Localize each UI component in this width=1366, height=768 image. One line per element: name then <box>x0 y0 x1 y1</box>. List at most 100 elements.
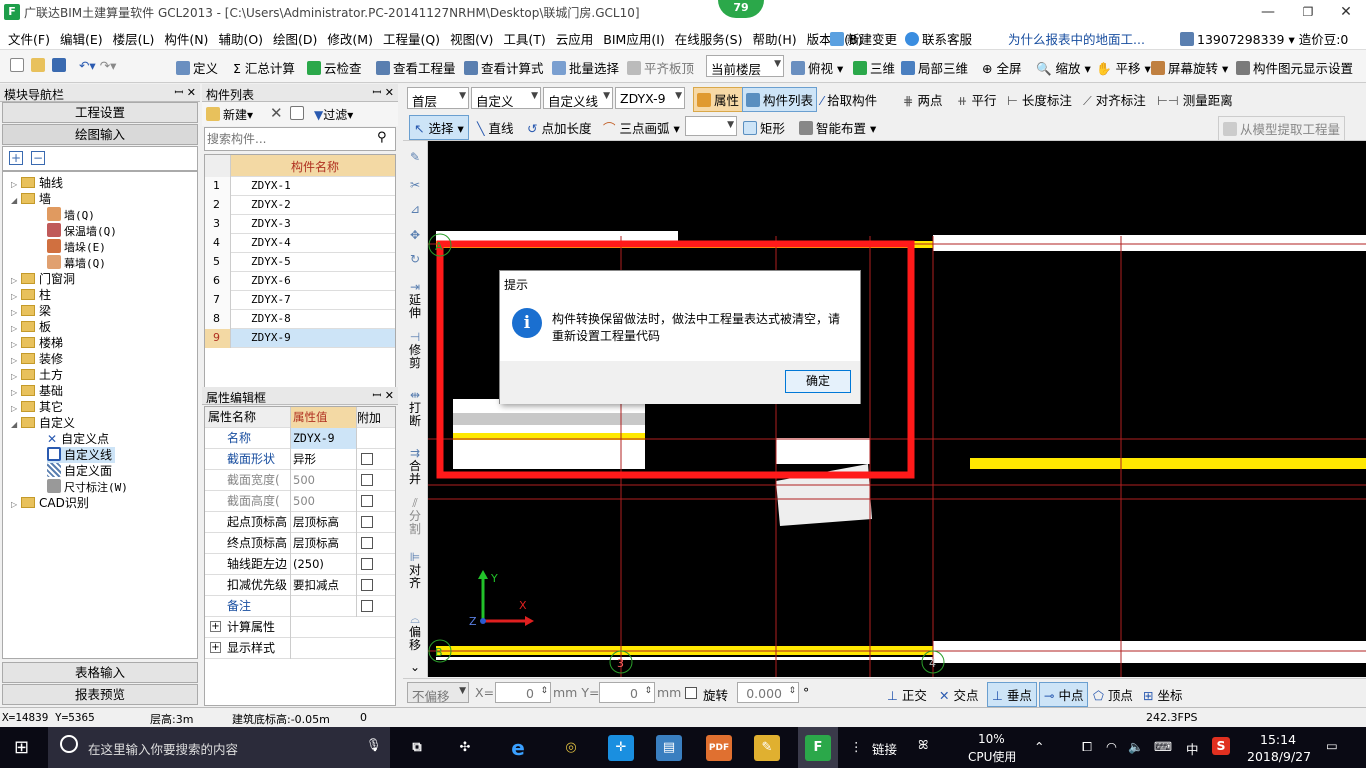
floor-combo[interactable]: 首层 ▼ <box>407 87 469 109</box>
app-swirl-icon[interactable]: ◎ <box>558 735 584 761</box>
length-dim-button[interactable]: ⊢ 长度标注 <box>1007 90 1072 109</box>
pin-close-icon[interactable]: ꟷ ✕ <box>372 85 394 100</box>
merge-button[interactable]: ⇉ 合并 <box>407 447 423 486</box>
pan-button[interactable]: ✋ 平移 ▾ <box>1096 58 1151 77</box>
tree-foundation[interactable]: ▷ 基础 <box>11 383 63 399</box>
prop-value[interactable]: 异形 <box>291 449 357 470</box>
tree-custom[interactable]: ◢ 自定义 <box>11 415 75 431</box>
tree-stair[interactable]: ▷ 楼梯 <box>11 335 63 351</box>
extra-checkbox[interactable] <box>361 453 373 465</box>
menu-bim[interactable]: BIM应用(I) <box>603 29 665 48</box>
add-length-button[interactable]: ↺ 点加长度 <box>527 118 591 137</box>
define-button[interactable]: 定义 <box>176 58 218 77</box>
batch-select-button[interactable]: 批量选择 <box>552 58 619 77</box>
prop-value[interactable] <box>291 596 357 617</box>
prop-value[interactable]: 要扣减点 <box>291 575 357 596</box>
table-row[interactable]: 4 ZDYX-4 <box>205 234 395 253</box>
tree-curtain-wall[interactable]: 幕墙(Q) <box>47 255 106 271</box>
menu-file[interactable]: 文件(F) <box>8 29 50 48</box>
align-button[interactable]: ⊫ 对齐 <box>407 551 423 590</box>
tree-wall-pier[interactable]: 墙垛(E) <box>47 239 106 255</box>
ime-indicator[interactable]: 中 <box>1186 739 1199 758</box>
chevron-up-icon[interactable]: ⌃ <box>1034 739 1044 754</box>
rotate-checkbox[interactable] <box>685 687 697 699</box>
midpoint-button[interactable]: ⊸ 中点 <box>1039 682 1089 707</box>
flush-slab-button[interactable]: 平齐板顶 <box>627 58 694 77</box>
vertex-button[interactable]: ⬠ 顶点 <box>1093 685 1133 704</box>
new-component-button[interactable]: 新建▾ <box>206 106 253 123</box>
menu-component[interactable]: 构件(N) <box>164 29 208 48</box>
wifi-icon[interactable]: ◠ <box>1106 739 1117 754</box>
align-dim-button[interactable]: ⟋ 对齐标注 <box>1083 90 1146 109</box>
tree-dimension[interactable]: 尺寸标注(W) <box>47 479 128 495</box>
custom-line-yellow[interactable] <box>970 458 1366 469</box>
extra-checkbox[interactable] <box>361 579 373 591</box>
expand-all-icon[interactable]: + <box>9 151 23 165</box>
contact-service-button[interactable]: 联系客服 <box>905 29 972 48</box>
three-point-arc-button[interactable]: ⌒ 三点画弧 ▾ <box>603 118 680 137</box>
drawing-input-button[interactable]: 绘图输入 <box>2 124 198 145</box>
attribute-button[interactable]: 属性 <box>693 87 744 112</box>
search-icon[interactable]: ⚲ <box>377 130 387 145</box>
move-icon[interactable]: ✥ <box>407 229 423 242</box>
pdf-app-icon[interactable]: PDF <box>706 735 732 761</box>
minimize-button[interactable]: — <box>1248 2 1288 22</box>
menu-edit[interactable]: 编辑(E) <box>60 29 103 48</box>
table-row[interactable]: 8 ZDYX-8 <box>205 310 395 329</box>
score-badge[interactable]: 79 <box>718 0 764 18</box>
property-row[interactable]: 截面形状 异形 <box>205 449 395 470</box>
menu-online[interactable]: 在线服务(S) <box>675 29 743 48</box>
project-settings-button[interactable]: 工程设置 <box>2 102 198 123</box>
intersection-button[interactable]: ✕ 交点 <box>939 685 978 704</box>
prop-value[interactable]: 层顶标高 <box>291 533 357 554</box>
ie-browser-icon[interactable]: e <box>505 735 531 761</box>
property-row[interactable]: 轴线距左边 (250) <box>205 554 395 575</box>
coord-button[interactable]: ⊞ 坐标 <box>1143 685 1182 704</box>
more-tools-chevron-icon[interactable]: ⌄ <box>407 661 423 674</box>
perpendicular-button[interactable]: ⊥ 垂点 <box>987 682 1037 707</box>
split-button[interactable]: ⫽ 分割 <box>407 497 423 536</box>
pinwheel-app-icon[interactable]: ✛ <box>608 735 634 761</box>
menu-cloud[interactable]: 云应用 <box>556 29 594 48</box>
property-row[interactable]: 起点顶标高 层顶标高 <box>205 512 395 533</box>
prop-value[interactable]: (250) <box>291 554 357 575</box>
user-account[interactable]: 13907298339 ▾ 造价豆:0 <box>1180 29 1348 48</box>
table-row-selected[interactable]: 9 ZDYX-9 <box>205 329 395 348</box>
property-row[interactable]: 名称 ZDYX-9 <box>205 428 395 449</box>
clock-date[interactable]: 2018/9/27 <box>1247 749 1311 764</box>
tree-earthwork[interactable]: ▷ 土方 <box>11 367 63 383</box>
tree-insulation-wall[interactable]: 保温墙(Q) <box>47 223 117 239</box>
wall-segment[interactable] <box>776 438 870 464</box>
line-button[interactable]: ╲ 直线 <box>477 118 514 137</box>
tree-wall[interactable]: ◢ 墙 <box>11 191 51 207</box>
extra-checkbox[interactable] <box>361 474 373 486</box>
redo-icon[interactable]: ↷▾ <box>100 58 117 73</box>
table-row[interactable]: 1 ZDYX-1 <box>205 177 395 196</box>
rotate-input[interactable]: 0.000 ⇕ <box>737 682 799 703</box>
wall-segment[interactable] <box>933 235 1366 251</box>
two-point-button[interactable]: ⋕ 两点 <box>903 90 942 109</box>
screen-rotate-button[interactable]: 屏幕旋转 ▾ <box>1151 58 1228 77</box>
extra-checkbox[interactable] <box>361 537 373 549</box>
table-input-button[interactable]: 表格输入 <box>2 662 198 683</box>
zoom-button[interactable]: 🔍 缩放 ▾ <box>1036 58 1091 77</box>
break-button[interactable]: ⇹ 打断 <box>407 389 423 428</box>
prop-value[interactable]: 500 <box>291 470 357 491</box>
wall-segment[interactable] <box>436 657 1366 660</box>
copy-icon[interactable] <box>290 106 307 121</box>
extra-checkbox[interactable] <box>361 495 373 507</box>
prop-value[interactable]: 层顶标高 <box>291 512 357 533</box>
keyboard-icon[interactable]: ⌨ <box>1154 739 1172 754</box>
task-view-icon[interactable]: ⧉ <box>404 735 430 761</box>
open-folder-icon[interactable] <box>30 58 45 72</box>
drawing-canvas[interactable]: A B 3 4 Y X Z <box>428 141 1366 677</box>
offset-button[interactable]: ⌓ 偏移 <box>407 613 423 652</box>
summary-calc-button[interactable]: Σ 汇总计算 <box>233 58 295 77</box>
cloud-check-button[interactable]: 云检查 <box>307 58 362 77</box>
menu-floor[interactable]: 楼层(L) <box>113 29 155 48</box>
property-row[interactable]: 截面宽度(500 <box>205 470 395 491</box>
menu-draw[interactable]: 绘图(D) <box>273 29 317 48</box>
table-row[interactable]: 7 ZDYX-7 <box>205 291 395 310</box>
extra-checkbox[interactable] <box>361 516 373 528</box>
undo-icon[interactable]: ↶▾ <box>79 58 96 73</box>
